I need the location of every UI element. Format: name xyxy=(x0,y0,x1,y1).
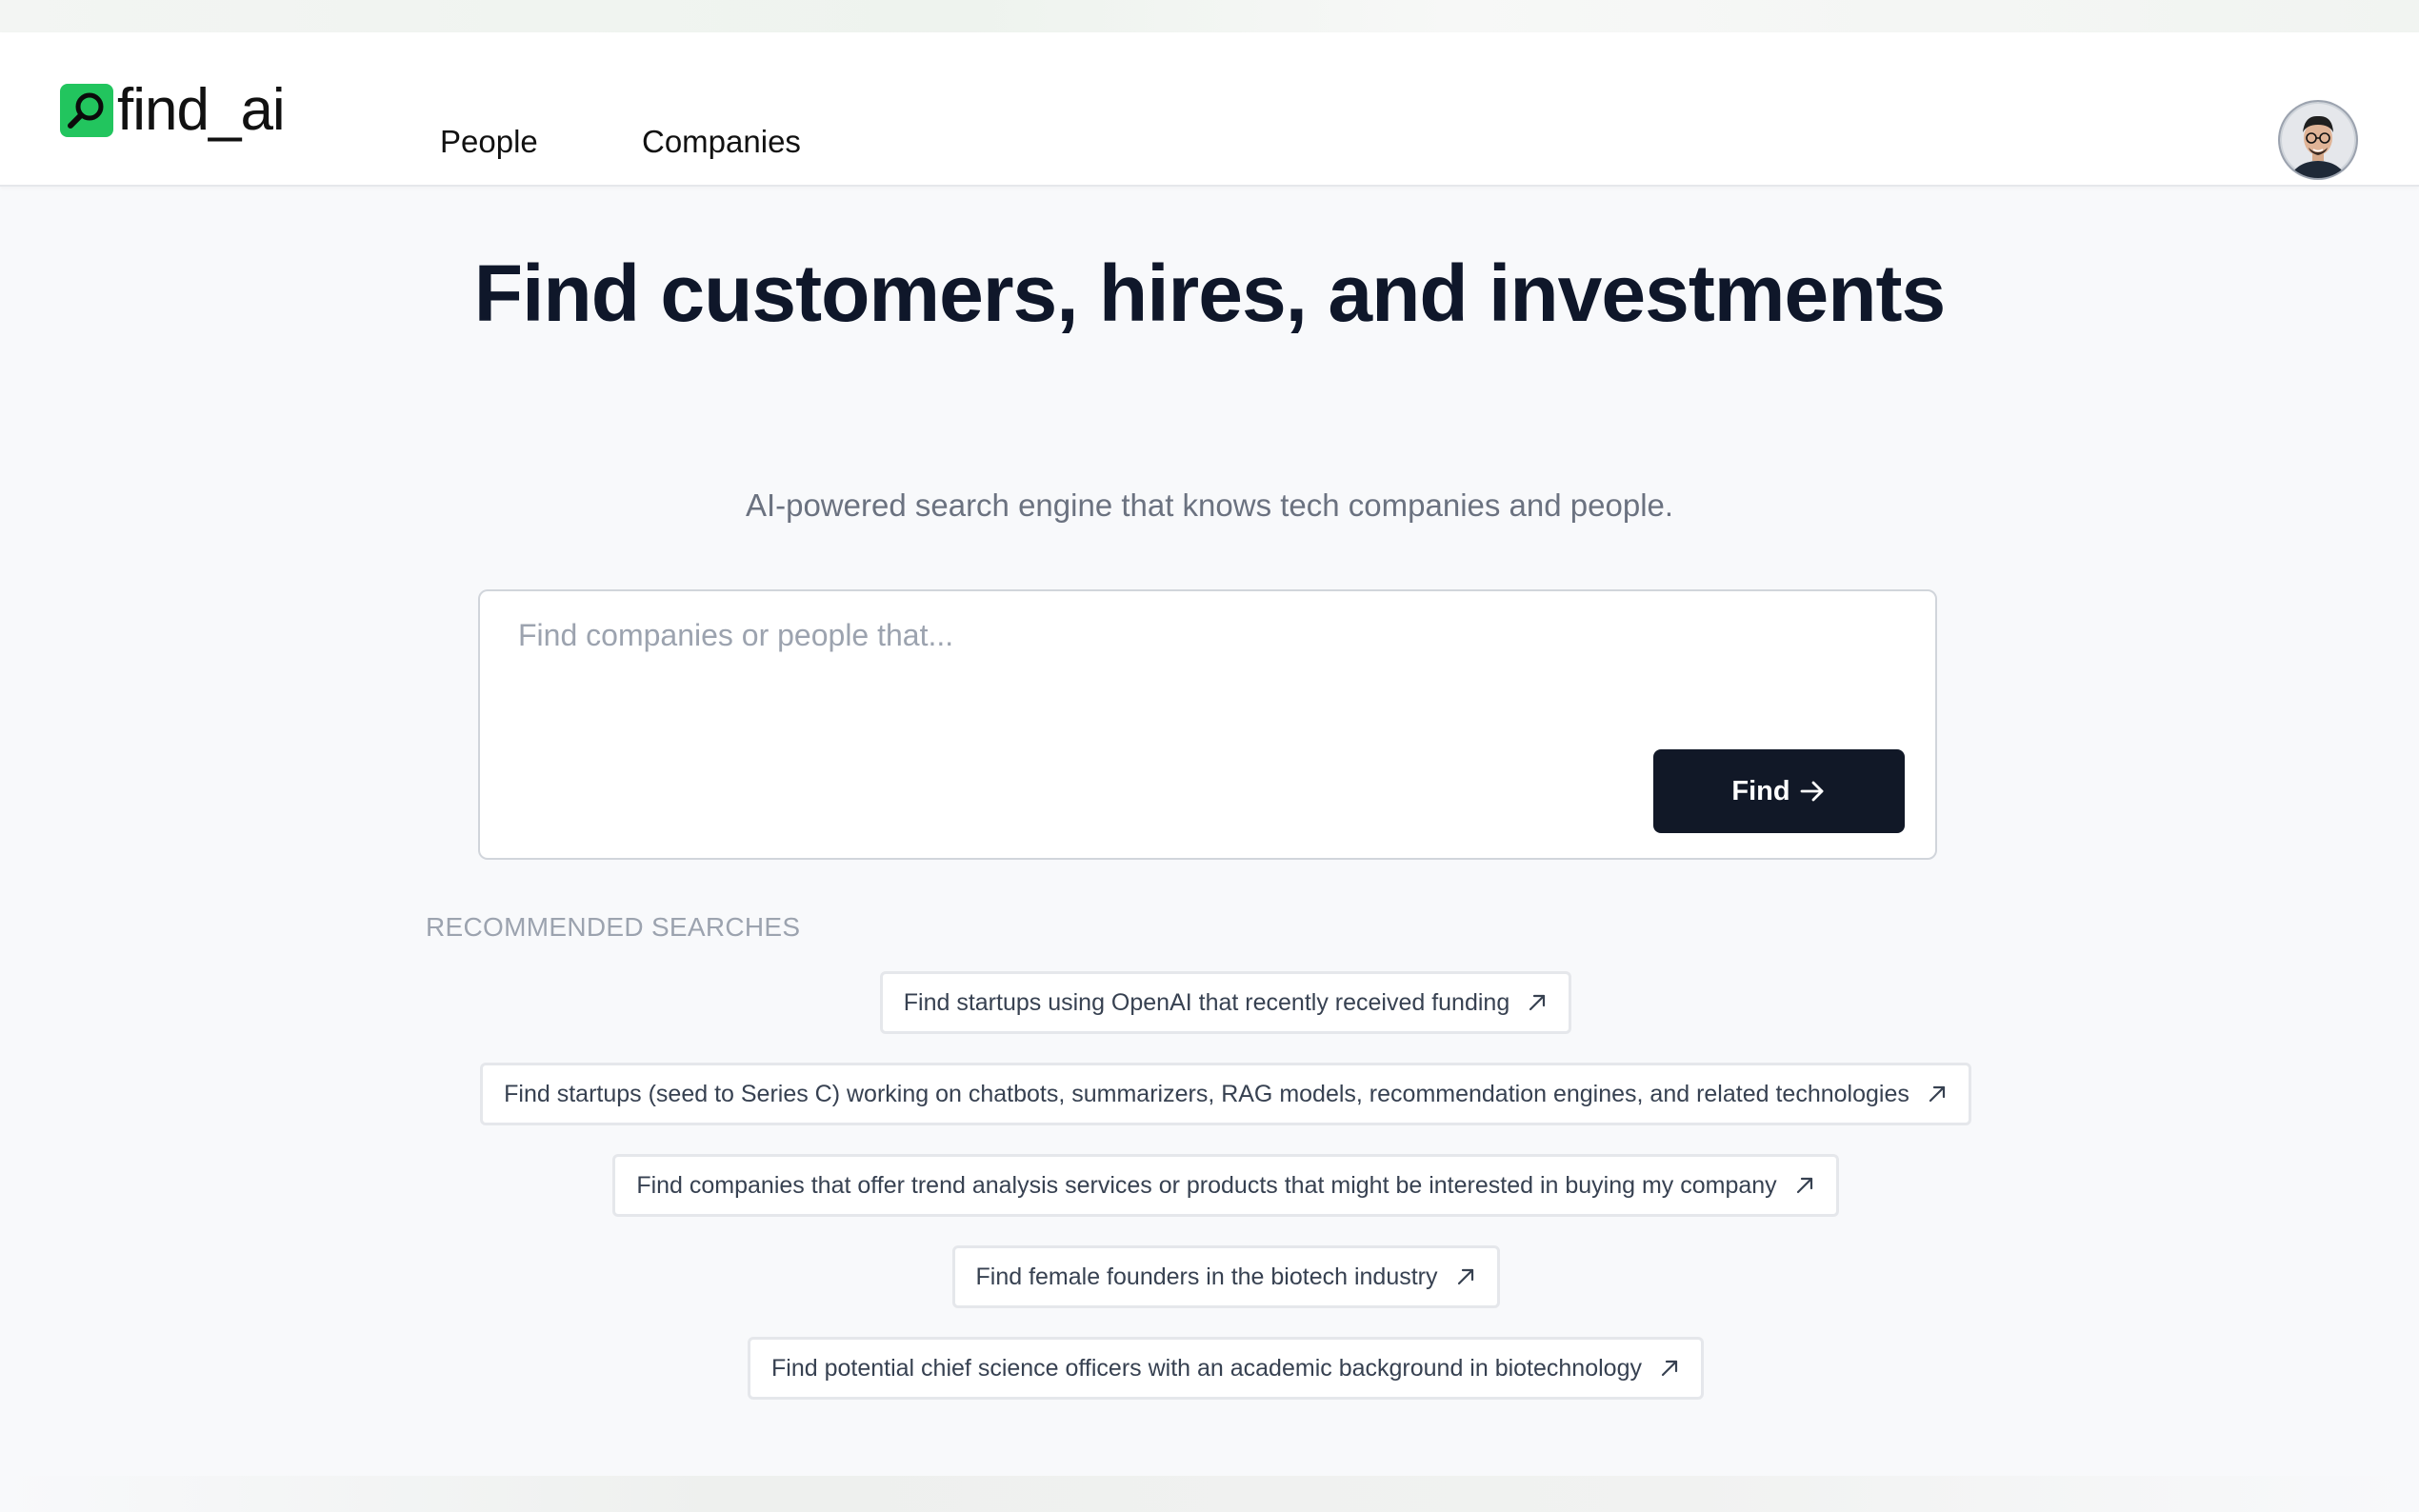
recommended-searches-heading: RECOMMENDED SEARCHES xyxy=(426,912,801,942)
search-input[interactable] xyxy=(516,616,1891,744)
search-box: Find xyxy=(478,589,1937,860)
logo[interactable]: find_ai xyxy=(60,77,286,143)
page-title: Find customers, hires, and investments xyxy=(473,249,1946,338)
recommended-search-item[interactable]: Find potential chief science officers wi… xyxy=(748,1337,1704,1400)
search-logo-icon xyxy=(60,84,113,137)
header: find_ai People Companies xyxy=(0,32,2419,187)
recommended-search-label: Find female founders in the biotech indu… xyxy=(975,1263,1438,1290)
recommended-search-item[interactable]: Find companies that offer trend analysis… xyxy=(612,1154,1839,1217)
arrow-up-right-icon xyxy=(1455,1266,1476,1287)
nav-people[interactable]: People xyxy=(440,126,538,157)
recommended-search-label: Find potential chief science officers wi… xyxy=(771,1354,1642,1382)
nav-companies[interactable]: Companies xyxy=(642,126,801,157)
page-subtitle: AI-powered search engine that knows tech… xyxy=(745,487,1674,523)
avatar-portrait-icon xyxy=(2280,102,2356,178)
arrow-up-right-icon xyxy=(1527,992,1548,1013)
arrow-right-icon xyxy=(1800,781,1823,802)
user-avatar[interactable] xyxy=(2280,102,2356,178)
recommended-searches-list: Find startups using OpenAI that recently… xyxy=(426,971,2026,1400)
recommended-search-label: Find companies that offer trend analysis… xyxy=(636,1171,1777,1199)
recommended-search-label: Find startups (seed to Series C) working… xyxy=(504,1080,1909,1107)
find-button-label: Find xyxy=(1731,775,1790,806)
recommended-search-label: Find startups using OpenAI that recently… xyxy=(903,988,1510,1016)
find-button[interactable]: Find xyxy=(1653,749,1905,833)
recommended-search-item[interactable]: Find female founders in the biotech indu… xyxy=(951,1245,1500,1308)
recommended-search-item[interactable]: Find startups using OpenAI that recently… xyxy=(879,971,1572,1034)
top-strip xyxy=(0,0,2419,32)
arrow-up-right-icon xyxy=(1927,1084,1948,1104)
logo-text: find_ai xyxy=(117,77,286,143)
recommended-search-item[interactable]: Find startups (seed to Series C) working… xyxy=(480,1063,1971,1125)
arrow-up-right-icon xyxy=(1659,1358,1680,1379)
bottom-strip xyxy=(0,1476,2419,1512)
arrow-up-right-icon xyxy=(1794,1175,1815,1196)
